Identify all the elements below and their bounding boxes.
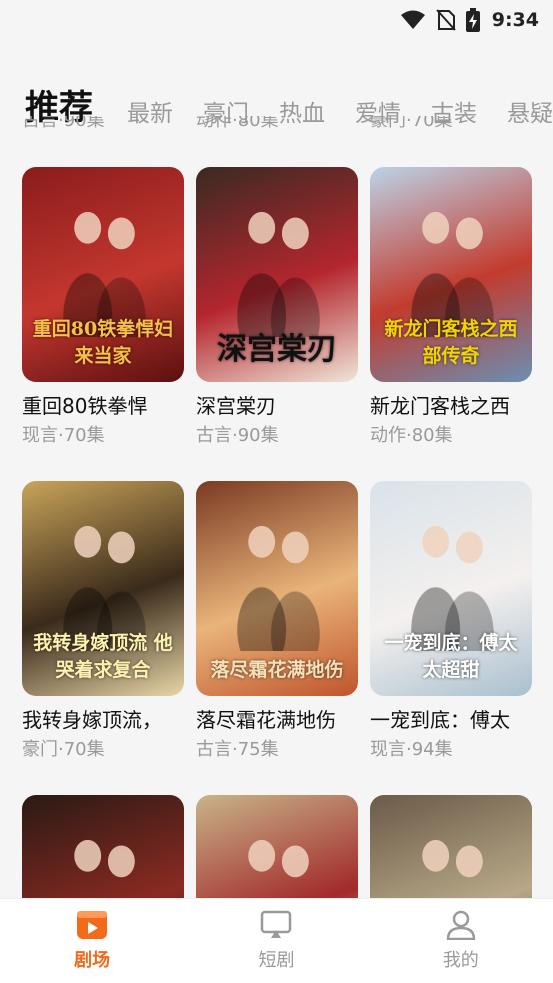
previous-row-peek: 古言·90集 动作·80集 豪门·70集 [0, 116, 553, 138]
nav-mine-label: 我的 [442, 950, 479, 971]
poster-figures [226, 511, 328, 651]
drama-poster[interactable]: 我转身嫁顶流 他哭着求复合 [22, 481, 184, 696]
poster-figures [226, 825, 328, 898]
nav-short-drama-label: 短剧 [258, 950, 295, 971]
drama-card[interactable]: 一宠到底：傅太太超甜一宠到底：傅太现言·94集 [370, 481, 532, 762]
drama-card[interactable]: 我转身嫁顶流 他哭着求复合我转身嫁顶流， 豪门·70集 [22, 481, 184, 762]
drama-title[interactable]: 一宠到底：傅太 [370, 706, 532, 734]
drama-genre-episodes: 豪门·70集 [22, 739, 105, 760]
poster-figures [400, 825, 502, 898]
poster-title: 落尽霜花满地伤 [210, 659, 344, 681]
drama-genre-episodes: 现言·70集 [22, 425, 105, 446]
poster-figures [52, 825, 154, 898]
drama-title[interactable]: 重回80铁拳悍 [22, 392, 184, 420]
drama-genre-episodes: 古言·75集 [196, 739, 279, 760]
drama-card[interactable]: 落尽霜花满地伤 落尽霜花满地伤 古言·75集 [196, 481, 358, 762]
drama-poster[interactable]: 深宫棠刃 [196, 167, 358, 382]
drama-card[interactable] [196, 795, 358, 898]
drama-poster[interactable]: 一宠到底：傅太太超甜 [370, 481, 532, 696]
drama-card[interactable] [370, 795, 532, 898]
drama-poster[interactable]: 新龙门客栈之西部传奇 [370, 167, 532, 382]
bottom-nav: 剧场 短剧 我的 [0, 898, 553, 983]
drama-title[interactable]: 新龙门客栈之西 [370, 392, 532, 420]
status-bar: 9:34 [0, 0, 553, 40]
theater-icon [77, 911, 108, 939]
drama-title[interactable]: 落尽霜花满地伤 [196, 706, 358, 734]
nav-short-drama[interactable]: 短剧 [216, 910, 336, 972]
poster-figures [226, 197, 328, 337]
app-screen: 9:34 推荐 最新 豪门 热血 爱情 古装 悬疑 古言·90集 动作·80集 … [0, 0, 553, 983]
drama-poster[interactable]: 重回80铁拳悍妇来当家 [22, 167, 184, 382]
nav-theater[interactable]: 剧场 [32, 910, 152, 972]
peek-meta: 古言·90集 [22, 116, 105, 131]
poster-title: 重回80铁拳悍妇来当家 [32, 318, 174, 367]
drama-grid[interactable]: 古言·90集 动作·80集 豪门·70集 重回80铁拳悍妇来当家重回80铁拳悍现… [0, 116, 553, 898]
peek-meta: 豪门·70集 [370, 116, 453, 131]
drama-genre-episodes: 现言·94集 [370, 739, 453, 760]
tv-play-icon [261, 910, 292, 938]
battery-charging-icon [465, 8, 480, 32]
no-sim-icon [435, 9, 456, 31]
poster-title: 一宠到底：傅太太超甜 [384, 632, 518, 681]
nav-theater-label: 剧场 [74, 950, 111, 971]
drama-card[interactable]: 重回80铁拳悍妇来当家重回80铁拳悍现言·70集 [22, 167, 184, 448]
drama-title[interactable]: 深宫棠刃 [196, 392, 358, 420]
poster-title: 我转身嫁顶流 他哭着求复合 [33, 632, 173, 681]
drama-card[interactable]: 新龙门客栈之西部传奇新龙门客栈之西动作·80集 [370, 167, 532, 448]
drama-card[interactable]: 深宫棠刃 深宫棠刃 古言·90集 [196, 167, 358, 448]
wifi-icon [400, 10, 425, 29]
drama-poster[interactable] [196, 795, 358, 898]
peek-meta: 动作·80集 [196, 116, 279, 131]
person-icon [446, 910, 476, 940]
poster-title: 新龙门客栈之西部传奇 [384, 318, 518, 367]
drama-card[interactable] [22, 795, 184, 898]
drama-poster[interactable]: 落尽霜花满地伤 [196, 481, 358, 696]
drama-title[interactable]: 我转身嫁顶流， [22, 706, 184, 734]
drama-genre-episodes: 动作·80集 [370, 425, 453, 446]
nav-mine[interactable]: 我的 [401, 910, 521, 972]
drama-genre-episodes: 古言·90集 [196, 425, 279, 446]
poster-title: 深宫棠刃 [217, 332, 337, 367]
drama-poster[interactable] [22, 795, 184, 898]
status-time: 9:34 [491, 9, 539, 31]
drama-poster[interactable] [370, 795, 532, 898]
